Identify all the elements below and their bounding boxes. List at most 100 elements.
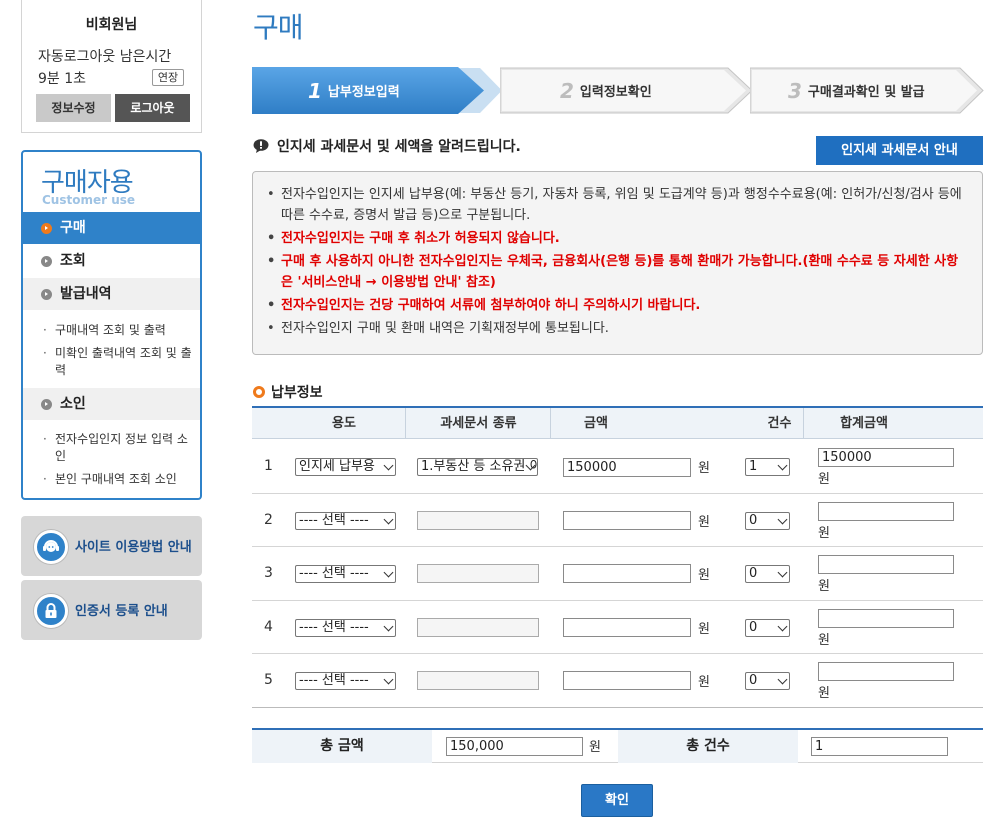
certificate-guide-button[interactable]: 인증서 등록 안내: [21, 580, 202, 640]
tax-document-guide-button[interactable]: 인지세 과세문서 안내: [816, 136, 983, 165]
total-amount-field: [818, 609, 954, 628]
header-amount: 금액: [584, 416, 608, 431]
purpose-select[interactable]: 인지세 납부용: [295, 458, 396, 476]
total-amount-label: 총 금액: [252, 730, 432, 763]
won-unit: 원: [818, 579, 830, 594]
notice-item: 전자수입인지는 인지세 납부용(예: 부동산 등기, 자동차 등록, 위임 및 …: [267, 184, 968, 226]
header-purpose: 용도: [332, 416, 356, 431]
amount-input[interactable]: [563, 618, 691, 637]
total-count-value: 1: [811, 737, 948, 756]
submenu-purchase-history-print[interactable]: 구매내역 조회 및 출력: [43, 322, 198, 339]
step-number: 1: [308, 79, 322, 103]
menu-item-label: 구매: [60, 220, 86, 236]
menu-item-label: 소인: [60, 396, 86, 412]
menu-item-label: 발급내역: [60, 286, 112, 302]
row-number: 2: [264, 512, 273, 528]
won-unit: 원: [589, 740, 601, 755]
payment-table-header: 용도 과세문서 종류 금액 건수 합계금액: [252, 408, 983, 439]
site-guide-label: 사이트 이용방법 안내: [75, 540, 192, 555]
doc-type-field[interactable]: [417, 564, 539, 583]
edit-info-button[interactable]: 정보수정: [36, 94, 111, 122]
notice-item-warning: 전자수입인지는 건당 구매하여 서류에 첨부하여야 하니 주의하시기 바랍니다.: [267, 295, 968, 316]
won-unit: 원: [818, 526, 830, 541]
exclamation-icon: [253, 139, 269, 153]
payment-section-title-text: 납부정보: [271, 385, 323, 401]
count-select[interactable]: 1: [745, 458, 790, 476]
table-row: 5 ---- 선택 ---- 원 0 원: [252, 654, 983, 708]
amount-input[interactable]: [563, 564, 691, 583]
user-info-panel: 비회원님 자동로그아웃 남은시간 9분 1초 연장 정보수정 로그아웃: [21, 0, 202, 133]
step-number: 2: [560, 79, 574, 103]
won-unit: 원: [698, 515, 710, 530]
amount-input[interactable]: [563, 671, 691, 690]
count-select[interactable]: 0: [745, 512, 790, 530]
step-2: 2 입력정보확인: [500, 67, 752, 114]
notice-heading-text: 인지세 과세문서 및 세액을 알려드립니다.: [277, 139, 521, 155]
site-guide-button[interactable]: 사이트 이용방법 안내: [21, 516, 202, 576]
step-1: 1 납부정보입력: [252, 67, 502, 114]
header-total: 합계금액: [840, 416, 888, 431]
submenu-stamp-info-input[interactable]: 전자수입인지 정보 입력 소인: [43, 431, 198, 465]
totals-row: 총 금액 150,000 원 총 건수 1: [252, 730, 983, 763]
menu-item-label: 조회: [60, 253, 86, 269]
arrow-bullet-icon: [41, 289, 52, 300]
menu-item-inquiry[interactable]: 조회: [23, 245, 200, 277]
count-select[interactable]: 0: [745, 565, 790, 583]
won-unit: 원: [698, 568, 710, 583]
row-number: 4: [264, 619, 273, 635]
total-amount-field: [818, 662, 954, 681]
doc-type-field[interactable]: [417, 618, 539, 637]
arrow-bullet-icon: [41, 399, 52, 410]
row-number: 3: [264, 565, 273, 581]
headset-icon: [34, 530, 68, 564]
notice-item-warning: 구매 후 사용하지 아니한 전자수입인지는 우체국, 금융회사(은행 등)를 통…: [267, 251, 968, 293]
autologout-label: 자동로그아웃 남은시간: [38, 49, 172, 65]
lock-icon: [34, 594, 68, 628]
remaining-time: 9분 1초: [38, 71, 87, 87]
doc-type-field[interactable]: [417, 511, 539, 530]
header-doc-type: 과세문서 종류: [440, 416, 517, 431]
table-row: 3 ---- 선택 ---- 원 0 원: [252, 547, 983, 601]
purpose-select[interactable]: ---- 선택 ----: [295, 619, 396, 637]
amount-input[interactable]: [563, 511, 691, 530]
amount-input[interactable]: 150000: [563, 458, 691, 477]
arrow-bullet-icon: [41, 223, 52, 234]
certificate-guide-label: 인증서 등록 안내: [75, 604, 168, 619]
total-amount-field: 150000: [818, 448, 954, 467]
won-unit: 원: [818, 472, 830, 487]
won-unit: 원: [818, 686, 830, 701]
menu-item-purchase[interactable]: 구매: [23, 212, 200, 244]
ring-bullet-icon: [253, 386, 265, 398]
menu-item-stamp[interactable]: 소인: [23, 388, 200, 420]
row-number: 1: [264, 458, 273, 474]
user-name: 비회원님: [85, 17, 138, 33]
payment-section-title: 납부정보: [253, 382, 323, 402]
step-label: 입력정보확인: [579, 85, 652, 100]
won-unit: 원: [698, 461, 710, 476]
logout-button[interactable]: 로그아웃: [115, 94, 190, 122]
won-unit: 원: [818, 633, 830, 648]
menu-subtitle: Customer use: [42, 193, 136, 207]
count-select[interactable]: 0: [745, 619, 790, 637]
extend-session-button[interactable]: 연장: [152, 69, 184, 86]
purpose-select[interactable]: ---- 선택 ----: [295, 512, 396, 530]
total-amount-field: [818, 555, 954, 574]
step-number: 3: [788, 79, 802, 103]
notice-box: 전자수입인지는 인지세 납부용(예: 부동산 등기, 자동차 등록, 위임 및 …: [252, 171, 983, 355]
purpose-select[interactable]: ---- 선택 ----: [295, 672, 396, 690]
doc-type-select[interactable]: 1.부동산 등 소유권 이전: [417, 458, 538, 476]
won-unit: 원: [698, 622, 710, 637]
step-label: 납부정보입력: [327, 85, 400, 100]
won-unit: 원: [698, 675, 710, 690]
confirm-button[interactable]: 확인: [581, 784, 653, 817]
purpose-select[interactable]: ---- 선택 ----: [295, 565, 396, 583]
count-select[interactable]: 0: [745, 672, 790, 690]
submenu-unconfirmed-print[interactable]: 미확인 출력내역 조회 및 출력: [43, 345, 198, 379]
menu-item-issue-history[interactable]: 발급내역: [23, 278, 200, 310]
submenu-own-history-stamp[interactable]: 본인 구매내역 조회 소인: [43, 471, 198, 488]
row-number: 5: [264, 672, 273, 688]
step-label: 구매결과확인 및 발급: [807, 85, 925, 100]
doc-type-field[interactable]: [417, 671, 539, 690]
total-amount-field: [818, 502, 954, 521]
step-3: 3 구매결과확인 및 발급: [750, 67, 984, 114]
